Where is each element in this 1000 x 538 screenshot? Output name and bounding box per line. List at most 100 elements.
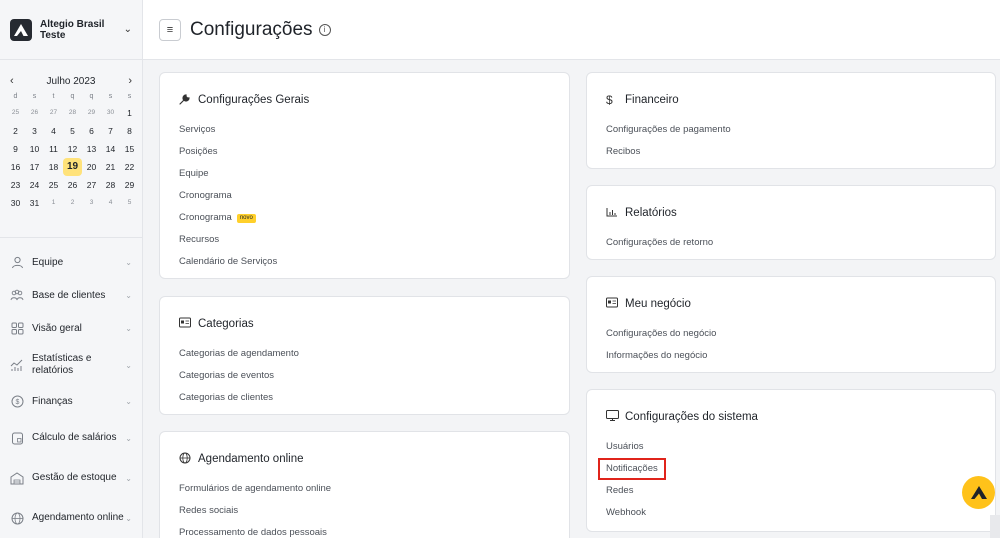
calendar-day[interactable]: 24 [25, 176, 44, 194]
card-configuracoes-gerais: Configurações Gerais Serviços Posições E… [159, 72, 570, 279]
sidebar-item-equipe[interactable]: Equipe ⌄ [0, 246, 142, 279]
calendar-day[interactable]: 11 [44, 140, 63, 158]
calendar-day[interactable]: 25 [6, 104, 25, 122]
link-categorias-agendamento[interactable]: Categorias de agendamento [179, 343, 550, 365]
help-chat-button[interactable] [962, 476, 995, 509]
weekday-label: d [13, 93, 18, 100]
link-calendario-servicos[interactable]: Calendário de Serviços [179, 251, 550, 273]
prev-month-button[interactable]: ‹ [10, 75, 14, 87]
calendar-day[interactable]: 3 [25, 122, 44, 140]
next-month-button[interactable]: › [128, 75, 132, 87]
dollar-icon: $ [10, 395, 24, 409]
link-notificacoes[interactable]: Notificações [598, 458, 666, 480]
link-informacoes-negocio[interactable]: Informações do negócio [606, 345, 976, 367]
link-formularios-agendamento[interactable]: Formulários de agendamento online [179, 478, 550, 500]
link-equipe[interactable]: Equipe [179, 163, 550, 185]
calendar-day[interactable]: 16 [6, 158, 25, 176]
calendar-day[interactable]: 4 [44, 122, 63, 140]
calendar-day[interactable]: 7 [101, 122, 120, 140]
calendar-day[interactable]: 8 [120, 122, 139, 140]
monitor-icon [606, 410, 620, 424]
calendar-day[interactable]: 23 [6, 176, 25, 194]
new-badge: novo [236, 213, 256, 223]
link-cronograma-novo[interactable]: Cronograma novo [179, 207, 550, 229]
calendar-month: Julho 2023 [46, 75, 96, 87]
calendar-day[interactable]: 9 [6, 140, 25, 158]
link-recursos[interactable]: Recursos [179, 229, 550, 251]
link-servicos[interactable]: Serviços [179, 119, 550, 141]
calendar-day-today[interactable]: 19 [63, 158, 82, 176]
calendar-day[interactable]: 27 [82, 176, 101, 194]
chevron-down-icon: ⌄ [125, 397, 132, 406]
scrollbar[interactable] [990, 515, 1000, 538]
link-recibos[interactable]: Recibos [606, 141, 976, 163]
calendar-day[interactable]: 5 [120, 194, 139, 212]
link-redes-sociais[interactable]: Redes sociais [179, 500, 550, 522]
sidebar-nav: Equipe ⌄ Base de clientes ⌄ Visão geral … [0, 238, 142, 538]
calendar-day[interactable]: 27 [44, 104, 63, 122]
calendar-day[interactable]: 28 [101, 176, 120, 194]
calendar-day[interactable]: 29 [82, 104, 101, 122]
link-configuracoes-negocio[interactable]: Configurações do negócio [606, 323, 976, 345]
calendar-day[interactable]: 29 [120, 176, 139, 194]
sidebar-item-estatisticas[interactable]: Estatísticas e relatórios ⌄ [0, 345, 142, 385]
sidebar-item-label: Agendamento online [32, 512, 124, 523]
calendar-day[interactable]: 10 [25, 140, 44, 158]
calendar-day[interactable]: 31 [25, 194, 44, 212]
card-title: Configurações Gerais [198, 94, 310, 106]
link-webhook[interactable]: Webhook [606, 502, 976, 524]
calendar-day[interactable]: 28 [63, 104, 82, 122]
calendar-day[interactable]: 5 [63, 122, 82, 140]
sidebar-item-base-de-clientes[interactable]: Base de clientes ⌄ [0, 279, 142, 312]
chevron-down-icon: ⌄ [125, 291, 132, 300]
calendar-day[interactable]: 26 [63, 176, 82, 194]
calendar-day[interactable]: 3 [82, 194, 101, 212]
calendar-day[interactable]: 22 [120, 158, 139, 176]
sidebar-item-gestao-estoque[interactable]: Gestão de estoque ⌄ [0, 458, 142, 498]
sidebar-item-visao-geral[interactable]: Visão geral ⌄ [0, 312, 142, 345]
link-label: Cronograma [179, 212, 232, 223]
sidebar-item-calculo-salarios[interactable]: Cálculo de salários ⌄ [0, 418, 142, 458]
calendar-day[interactable]: 26 [25, 104, 44, 122]
weekday-label: q [89, 93, 94, 100]
calendar-day[interactable]: 4 [101, 194, 120, 212]
link-categorias-eventos[interactable]: Categorias de eventos [179, 365, 550, 387]
card-title: Agendamento online [198, 453, 304, 465]
link-configuracoes-pagamento[interactable]: Configurações de pagamento [606, 119, 976, 141]
calendar-day[interactable]: 18 [44, 158, 63, 176]
sidebar-item-label: Visão geral [32, 322, 82, 334]
globe-icon [10, 511, 24, 525]
link-configuracoes-retorno[interactable]: Configurações de retorno [606, 232, 976, 254]
mini-calendar: ‹ Julho 2023 › d s t q q s s 25 26 27 28… [0, 60, 142, 238]
card-title: Configurações do sistema [625, 411, 758, 423]
calendar-day[interactable]: 20 [82, 158, 101, 176]
svg-text:$: $ [15, 399, 19, 406]
info-icon[interactable]: i [318, 23, 331, 36]
calendar-day[interactable]: 12 [63, 140, 82, 158]
link-cronograma[interactable]: Cronograma [179, 185, 550, 207]
link-redes[interactable]: Redes [606, 480, 976, 502]
calendar-day[interactable]: 1 [44, 194, 63, 212]
link-usuarios[interactable]: Usuários [606, 436, 976, 458]
calendar-day[interactable]: 15 [120, 140, 139, 158]
link-categorias-clientes[interactable]: Categorias de clientes [179, 387, 550, 409]
calendar-day[interactable]: 21 [101, 158, 120, 176]
calendar-day[interactable]: 30 [6, 194, 25, 212]
calendar-day[interactable]: 14 [101, 140, 120, 158]
calendar-day[interactable]: 30 [101, 104, 120, 122]
link-processamento-dados[interactable]: Processamento de dados pessoais [179, 522, 550, 538]
menu-toggle-button[interactable]: ≡ [159, 18, 181, 41]
calendar-day[interactable]: 2 [63, 194, 82, 212]
calendar-day[interactable]: 6 [82, 122, 101, 140]
calendar-day[interactable]: 25 [44, 176, 63, 194]
calendar-grid: d s t q q s s 25 26 27 28 29 30 1 2 3 4 … [6, 90, 136, 212]
calendar-day[interactable]: 2 [6, 122, 25, 140]
company-switcher[interactable]: Altegio Brasil Teste ⌄ [0, 0, 142, 60]
link-posicoes[interactable]: Posições [179, 141, 550, 163]
calendar-day[interactable]: 1 [120, 104, 139, 122]
calendar-day[interactable]: 17 [25, 158, 44, 176]
sidebar-item-agendamento-online[interactable]: Agendamento online ⌄ [0, 498, 142, 538]
sidebar-item-financas[interactable]: $ Finanças ⌄ [0, 385, 142, 418]
calendar-day[interactable]: 13 [82, 140, 101, 158]
globe-icon [179, 452, 193, 467]
